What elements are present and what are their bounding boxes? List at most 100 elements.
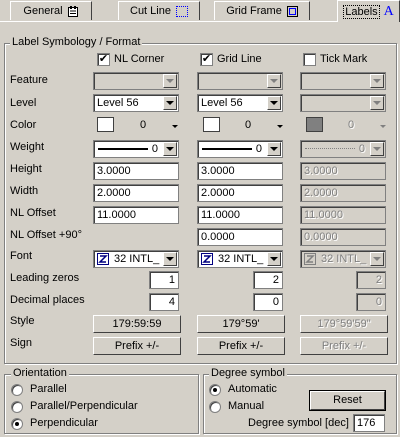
chevron-down-icon[interactable] bbox=[370, 142, 384, 156]
tab-cut-line-label: Cut Line bbox=[130, 5, 171, 17]
grid-line-leading-zeros-input[interactable]: 2 bbox=[253, 271, 283, 289]
font-icon bbox=[201, 253, 213, 265]
weight-line-icon bbox=[305, 148, 355, 150]
sign-label: Sign bbox=[10, 337, 33, 349]
degree-symbol-dec-input[interactable]: 176 bbox=[353, 414, 385, 432]
manual-radio[interactable] bbox=[209, 401, 221, 413]
chevron-down-icon[interactable] bbox=[163, 96, 177, 110]
nl-corner-level-value: Level 56 bbox=[97, 97, 139, 109]
parallel-radio[interactable] bbox=[11, 384, 23, 396]
tick-mark-label: Tick Mark bbox=[320, 53, 368, 65]
grid-line-weight-select[interactable]: 0 bbox=[197, 140, 283, 158]
tick-mark-weight-select[interactable]: 0 bbox=[300, 140, 386, 158]
tick-mark-color-swatch[interactable] bbox=[306, 117, 323, 132]
perpendicular-label: Perpendicular bbox=[30, 417, 98, 429]
tab-grid-frame-label: Grid Frame bbox=[226, 5, 282, 17]
chevron-down-icon[interactable] bbox=[267, 74, 281, 88]
grid-line-font-value: 32 INTL_ bbox=[218, 253, 264, 265]
nl-corner-level-select[interactable]: Level 56 bbox=[93, 94, 179, 112]
tick-mark-nl-offset-input[interactable]: 11.0000 bbox=[300, 206, 386, 224]
nl-corner-color-swatch[interactable] bbox=[97, 117, 114, 132]
chevron-down-icon[interactable] bbox=[163, 252, 177, 266]
grid-line-nl-offset-input[interactable]: 11.0000 bbox=[197, 206, 283, 224]
tab-divider bbox=[0, 21, 337, 22]
chevron-down-icon[interactable] bbox=[370, 74, 384, 88]
nl-corner-weight-value: 0 bbox=[151, 143, 158, 155]
nl-corner-weight-select[interactable]: 0 bbox=[93, 140, 179, 158]
parallel-perpendicular-label: Parallel/Perpendicular bbox=[30, 400, 138, 412]
font-icon bbox=[304, 253, 316, 265]
nl-corner-leading-zeros-input[interactable]: 1 bbox=[149, 271, 179, 289]
grid-line-decimal-places-input[interactable]: 0 bbox=[253, 293, 283, 311]
decimal-places-label: Decimal places bbox=[10, 294, 85, 306]
grid-line-font-select[interactable]: 32 INTL_ bbox=[197, 250, 283, 268]
chevron-down-icon[interactable] bbox=[370, 252, 384, 266]
tick-mark-nl-offset-90-input[interactable]: 0.0000 bbox=[300, 228, 386, 246]
tab-general[interactable]: General bbox=[10, 1, 92, 20]
tick-mark-sign-button[interactable]: Prefix +/- bbox=[300, 337, 388, 355]
nl-corner-font-select[interactable]: 32 INTL_ bbox=[93, 250, 179, 268]
grid-line-color-value: 0 bbox=[245, 119, 252, 131]
nl-corner-decimal-places-input[interactable]: 4 bbox=[149, 293, 179, 311]
nl-corner-width-input[interactable]: 2.0000 bbox=[93, 184, 179, 202]
grid-line-nl-offset-90-input[interactable]: 0.0000 bbox=[197, 228, 283, 246]
width-label: Width bbox=[10, 185, 39, 197]
tab-labels[interactable]: Labels A bbox=[337, 0, 400, 22]
nl-corner-sign-button[interactable]: Prefix +/- bbox=[93, 337, 181, 355]
tab-grid-frame[interactable]: Grid Frame bbox=[214, 1, 310, 20]
nl-corner-height-input[interactable]: 3.0000 bbox=[93, 162, 179, 180]
tick-mark-color-dropdown-icon[interactable] bbox=[380, 125, 386, 128]
tick-mark-feature-select[interactable] bbox=[300, 72, 386, 90]
color-label: Color bbox=[10, 119, 37, 131]
grid-line-style-button[interactable]: 179°59' bbox=[197, 315, 285, 333]
grid-frame-icon bbox=[286, 5, 298, 17]
grid-line-level-select[interactable]: Level 56 bbox=[197, 94, 283, 112]
font-label: Font bbox=[10, 250, 33, 262]
grid-line-sign-button[interactable]: Prefix +/- bbox=[197, 337, 285, 355]
nl-corner-nl-offset-input[interactable]: 11.0000 bbox=[93, 206, 179, 224]
tick-mark-font-value: 32 INTL_ bbox=[321, 253, 367, 265]
grid-line-height-input[interactable]: 3.0000 bbox=[197, 162, 283, 180]
tick-mark-font-select[interactable]: 32 INTL_ bbox=[300, 250, 386, 268]
parallel-perpendicular-radio[interactable] bbox=[11, 401, 23, 413]
tab-cut-line[interactable]: Cut Line bbox=[118, 1, 200, 20]
tick-mark-leading-zeros-input[interactable]: 2 bbox=[356, 271, 386, 289]
grid-line-color-dropdown-icon[interactable] bbox=[277, 125, 283, 128]
chevron-down-icon[interactable] bbox=[267, 252, 281, 266]
tick-mark-width-input[interactable]: 2.0000 bbox=[300, 184, 386, 202]
tick-mark-style-button[interactable]: 179°59'59" bbox=[300, 315, 388, 333]
nl-corner-style-button[interactable]: 179:59:59 bbox=[93, 315, 181, 333]
reset-button[interactable]: Reset bbox=[310, 391, 385, 410]
nl-corner-label: NL Corner bbox=[114, 53, 165, 65]
grid-line-color-swatch[interactable] bbox=[203, 117, 220, 132]
tick-mark-color-value: 0 bbox=[348, 119, 355, 131]
tab-general-label: General bbox=[23, 5, 63, 17]
nl-corner-feature-select[interactable] bbox=[93, 72, 179, 90]
tick-mark-decimal-places-input[interactable]: 0 bbox=[356, 293, 386, 311]
perpendicular-radio[interactable] bbox=[11, 418, 23, 430]
nl-offset-label: NL Offset bbox=[10, 207, 56, 219]
chevron-down-icon[interactable] bbox=[370, 96, 384, 110]
chevron-down-icon[interactable] bbox=[267, 142, 281, 156]
chevron-down-icon[interactable] bbox=[163, 142, 177, 156]
nl-corner-color-value: 0 bbox=[140, 119, 147, 131]
automatic-radio[interactable] bbox=[209, 384, 221, 396]
weight-label: Weight bbox=[10, 141, 45, 153]
grid-line-feature-select[interactable] bbox=[197, 72, 283, 90]
tick-mark-level-select[interactable] bbox=[300, 94, 386, 112]
nl-corner-color-dropdown-icon[interactable] bbox=[172, 125, 178, 128]
font-icon bbox=[97, 253, 109, 265]
grid-line-checkbox[interactable]: ✔ bbox=[200, 53, 213, 66]
leading-zeros-label: Leading zeros bbox=[10, 272, 80, 284]
cut-line-icon bbox=[175, 5, 188, 17]
chevron-down-icon[interactable] bbox=[163, 74, 177, 88]
grid-line-label: Grid Line bbox=[217, 53, 262, 65]
feature-label: Feature bbox=[10, 74, 48, 86]
grid-line-width-input[interactable]: 2.0000 bbox=[197, 184, 283, 202]
tick-mark-height-input[interactable]: 3.0000 bbox=[300, 162, 386, 180]
chevron-down-icon[interactable] bbox=[267, 96, 281, 110]
tick-mark-checkbox[interactable] bbox=[303, 53, 316, 66]
tick-mark-weight-value: 0 bbox=[358, 143, 365, 155]
nl-corner-checkbox[interactable]: ✔ bbox=[97, 53, 110, 66]
style-label: Style bbox=[10, 315, 35, 327]
